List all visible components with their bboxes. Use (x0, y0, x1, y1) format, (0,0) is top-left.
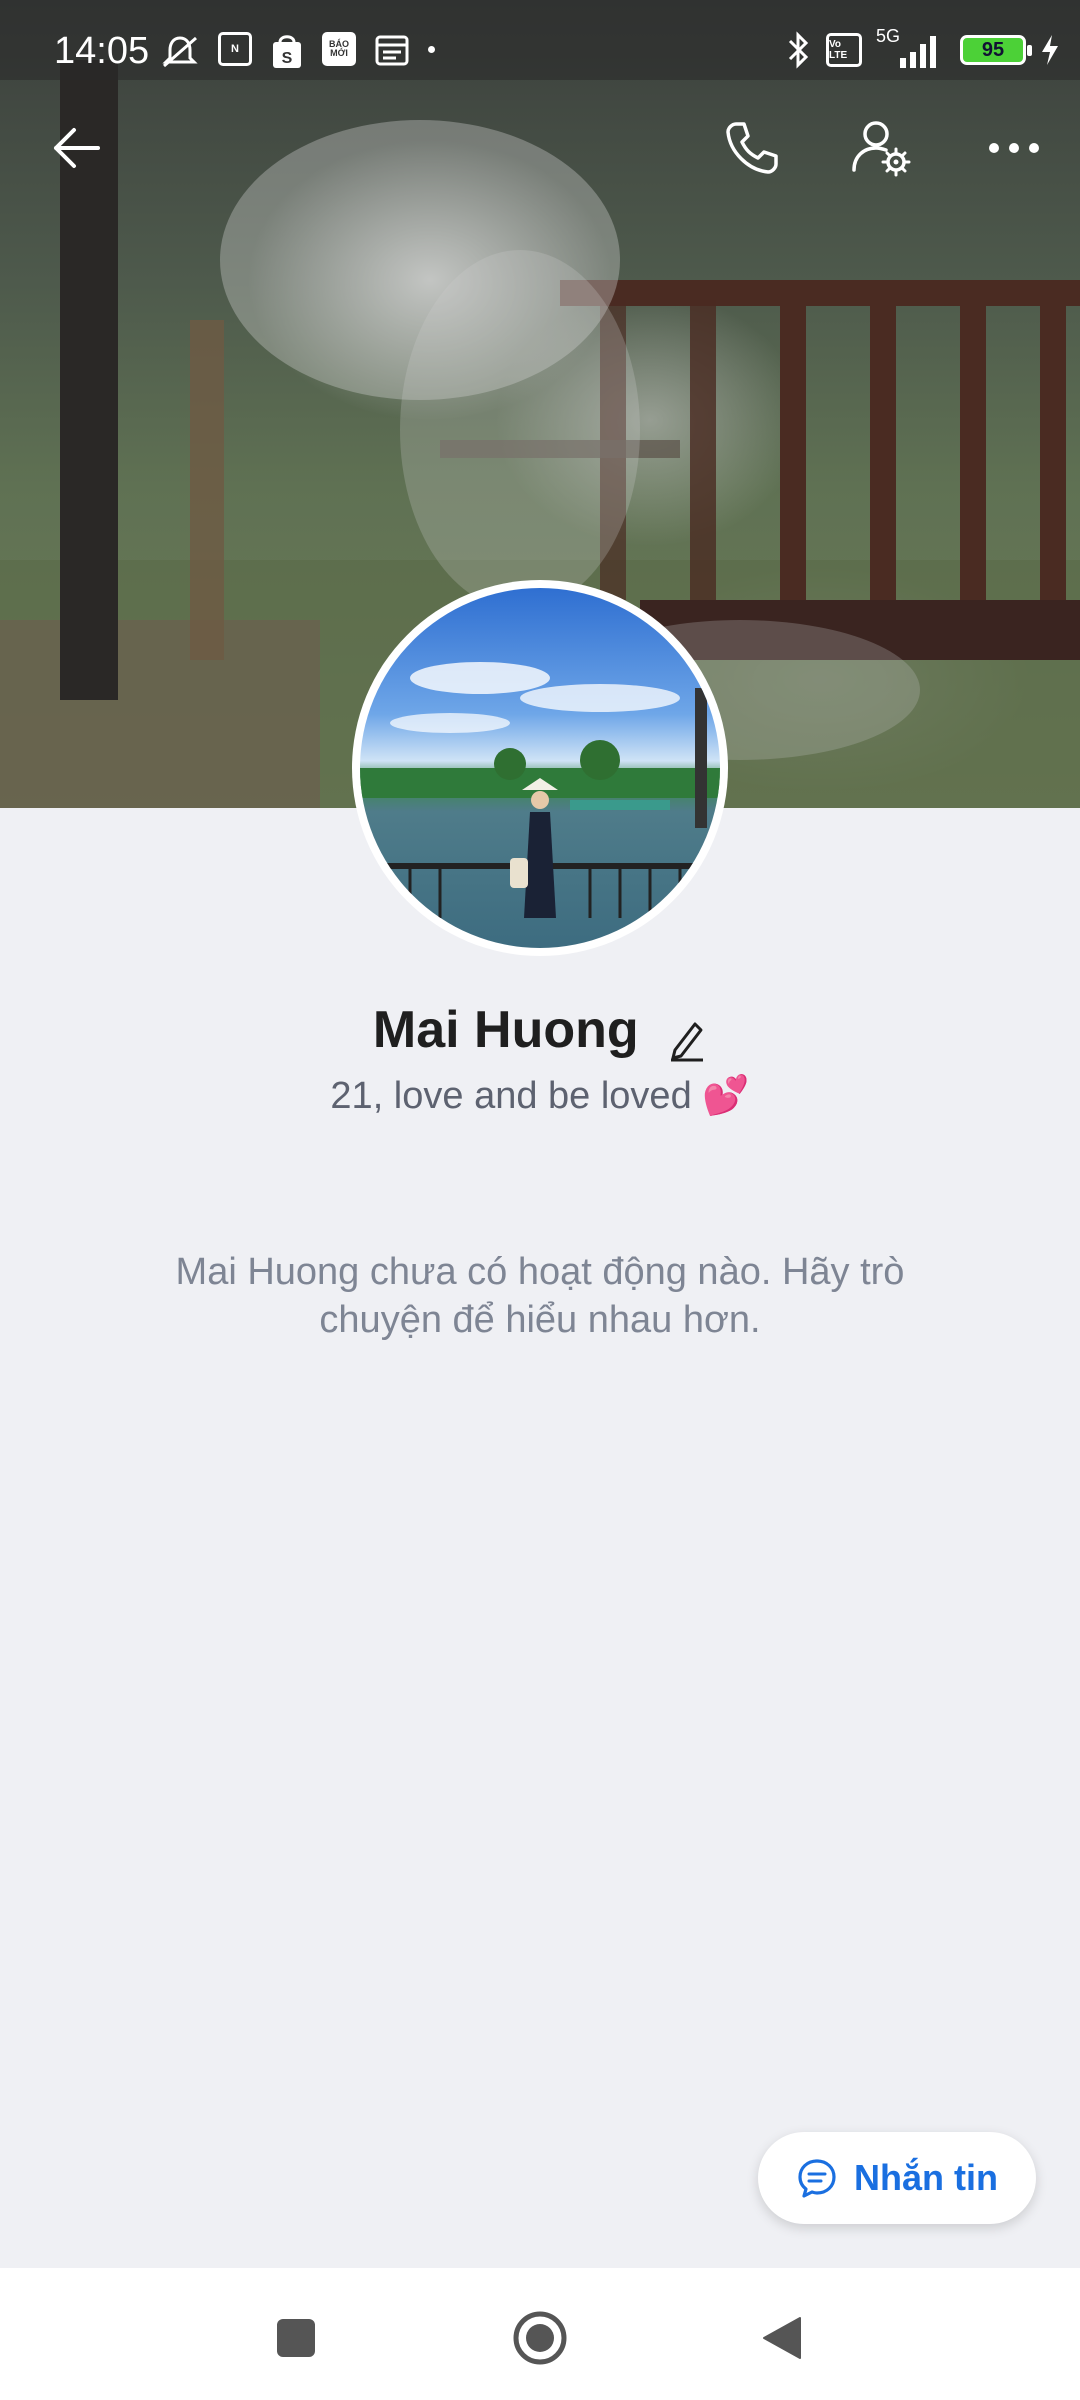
back-button[interactable] (36, 108, 116, 188)
recents-button[interactable] (266, 2308, 326, 2368)
more-button[interactable] (974, 108, 1054, 188)
empty-activity-message: Mai Huong chưa có hoạt động nào. Hãy trò… (175, 1251, 905, 1341)
profile-name: Mai Huong (372, 1001, 639, 1059)
status-time: 14:05 (54, 30, 150, 72)
shopee-icon: S (273, 35, 301, 68)
profile-settings-button[interactable] (842, 108, 922, 188)
bluetooth-icon (788, 31, 809, 69)
more-dots-icon (989, 143, 1039, 153)
edit-name-button[interactable] (667, 1018, 707, 1067)
message-button-label: Nhắn tin (854, 2157, 998, 2198)
triangle-back-icon (763, 2317, 801, 2359)
call-button[interactable] (712, 108, 792, 188)
volte-icon: Vo LTE (826, 33, 862, 67)
battery-indicator: 95 (960, 35, 1032, 65)
home-circle-icon (513, 2311, 567, 2365)
status-left-icons: N S BÁO MỚI (160, 32, 435, 72)
profile-name-row: Mai Huong (0, 1000, 1080, 1067)
home-button[interactable] (510, 2308, 570, 2368)
system-nav-bar (0, 2268, 1080, 2400)
nfc-icon: N (218, 32, 252, 66)
profile-screen: 14:05 N S BÁO MỚI Vo LTE 5G 95 Mai Huong… (0, 0, 1080, 2400)
user-settings-icon (852, 121, 911, 177)
baomoi-icon: BÁO MỚI (322, 32, 356, 66)
5g-signal-icon: 5G (876, 26, 946, 70)
pencil-icon (671, 1022, 704, 1062)
arrow-left-icon (54, 128, 100, 168)
charging-bolt-icon (1042, 35, 1058, 65)
chat-bubble-icon (798, 2159, 836, 2198)
mute-bell-icon (162, 36, 198, 68)
back-nav-button[interactable] (752, 2308, 812, 2368)
avatar[interactable] (352, 580, 728, 956)
message-button[interactable]: Nhắn tin (758, 2132, 1036, 2224)
battery-level: 95 (981, 38, 1005, 61)
status-right-icons: Vo LTE 5G 95 (784, 26, 1060, 70)
svg-text:S: S (282, 50, 293, 67)
square-icon (277, 2319, 315, 2357)
profile-bio: 21, love and be loved 💕 (330, 1075, 750, 1117)
calendar-icon (375, 35, 409, 66)
avatar-photo (360, 588, 720, 948)
notification-dot (428, 46, 435, 53)
status-bar: 14:05 N S BÁO MỚI Vo LTE 5G 95 (0, 0, 1080, 80)
phone-icon (726, 122, 778, 174)
